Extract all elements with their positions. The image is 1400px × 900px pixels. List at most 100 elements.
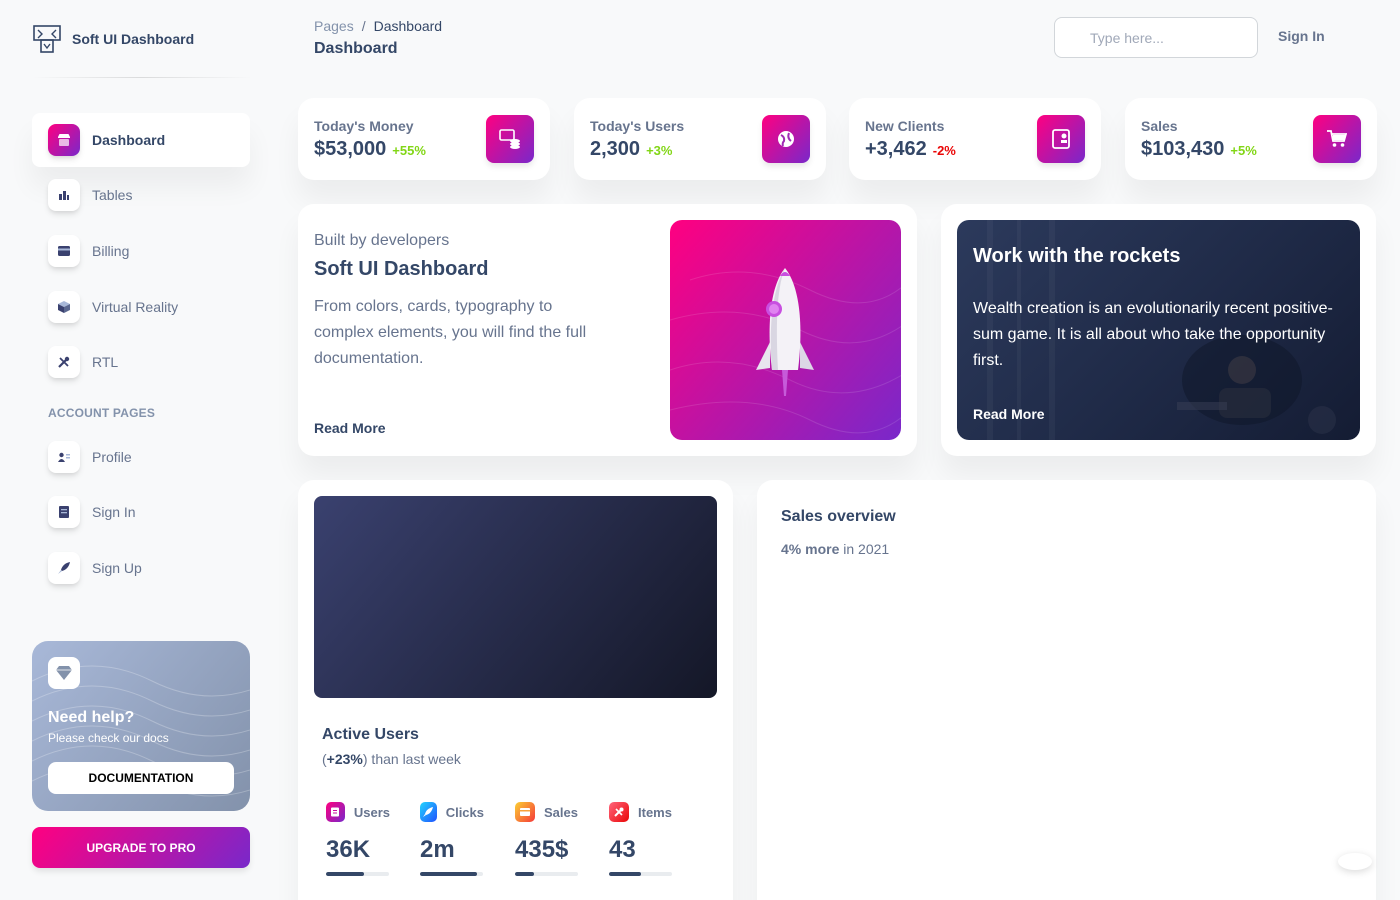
sidebar-item-sign-in[interactable]: Sign In xyxy=(32,485,250,539)
sidebar-item-label: Sign Up xyxy=(92,560,142,576)
help-subtitle: Please check our docs xyxy=(48,731,169,745)
stat-card-money: Today's Money $53,000 +55% xyxy=(298,98,550,180)
sidebar-item-label: Dashboard xyxy=(92,132,166,148)
breadcrumb-separator: / xyxy=(361,18,366,34)
metric-value: 2m xyxy=(420,836,455,863)
developers-card: Built by developers Soft UI Dashboard Fr… xyxy=(298,204,917,456)
stat-number: $53,000 xyxy=(314,138,387,160)
brand[interactable]: Soft UI Dashboard xyxy=(32,24,194,54)
sales-overview-card: Sales overview 4% more in 2021 xyxy=(757,480,1376,900)
sidebar-item-billing[interactable]: Billing xyxy=(32,224,250,278)
metric-progress-bar xyxy=(609,872,672,876)
office-icon xyxy=(48,179,80,211)
metric-progress-fill xyxy=(326,872,364,876)
brand-logo-icon xyxy=(33,25,61,53)
sidebar-item-label: Billing xyxy=(92,243,130,259)
user-card-icon xyxy=(48,441,80,473)
stat-label: New Clients xyxy=(865,118,945,134)
sidebar-item-dashboard[interactable]: Dashboard xyxy=(32,113,250,167)
paper-diploma-icon xyxy=(1037,115,1085,163)
document-icon xyxy=(326,802,345,822)
sales-overview-subtitle: 4% more in 2021 xyxy=(781,541,889,557)
sidebar-item-label: Virtual Reality xyxy=(92,299,179,315)
stat-card-users: Today's Users 2,300 +3% xyxy=(574,98,826,180)
sign-in-label: Sign In xyxy=(1278,28,1325,44)
rockets-background-image: Work with the rockets Wealth creation is… xyxy=(957,220,1360,440)
metric-value: 43 xyxy=(609,836,636,863)
breadcrumb-current: Dashboard xyxy=(373,18,443,34)
upgrade-to-pro-button[interactable]: UPGRADE TO PRO xyxy=(32,827,250,868)
stat-value: $103,430 +5% xyxy=(1141,138,1257,161)
metric-progress-bar xyxy=(515,872,578,876)
metric-progress-fill xyxy=(609,872,641,876)
section-title-account-pages: ACCOUNT PAGES xyxy=(48,406,156,420)
sidebar-divider xyxy=(32,77,252,78)
sales-overview-title: Sales overview xyxy=(781,508,896,525)
rocket-illustration xyxy=(670,220,901,440)
sidebar-item-virtual-reality[interactable]: Virtual Reality xyxy=(32,280,250,334)
breadcrumb: Pages / Dashboard xyxy=(314,18,442,34)
sign-in-link[interactable]: Sign In xyxy=(1278,28,1325,44)
sidebar-item-label: Sign In xyxy=(92,504,136,520)
rocket-icon xyxy=(48,552,80,584)
box-3d-icon xyxy=(48,291,80,323)
document-icon xyxy=(48,496,80,528)
stat-card-clients: New Clients +3,462 -2% xyxy=(849,98,1101,180)
metric-progress-fill xyxy=(420,872,477,876)
developers-title: Soft UI Dashboard xyxy=(314,258,489,280)
stat-number: $103,430 xyxy=(1141,138,1225,160)
diamond-icon xyxy=(48,657,80,689)
rockets-description: Wealth creation is an evolutionarily rec… xyxy=(973,300,1333,369)
world-icon xyxy=(762,115,810,163)
active-users-change: +23% xyxy=(326,751,363,767)
sidebar-item-tables[interactable]: Tables xyxy=(32,168,250,222)
search-icon xyxy=(1066,30,1078,42)
rocket-image xyxy=(670,268,901,434)
stat-change: +55% xyxy=(392,143,426,158)
stat-value: 2,300 +3% xyxy=(590,138,672,161)
shop-icon xyxy=(48,124,80,156)
metric-label: Sales xyxy=(544,804,578,820)
breadcrumb-pages[interactable]: Pages xyxy=(314,18,354,34)
developers-description: From colors, cards, typography to comple… xyxy=(314,298,587,367)
tools-icon xyxy=(609,802,629,822)
rockets-read-more-link[interactable]: Read More xyxy=(973,406,1045,422)
stat-number: 2,300 xyxy=(590,138,641,160)
search-input[interactable] xyxy=(1054,17,1258,58)
sidebar-item-label: Profile xyxy=(92,449,132,465)
metric-progress-fill xyxy=(515,872,534,876)
sidebar-item-label: Tables xyxy=(92,187,133,203)
active-users-subtitle-suffix: than last week xyxy=(367,751,461,767)
sidebar-item-label: RTL xyxy=(92,354,119,370)
developers-read-more-link[interactable]: Read More xyxy=(314,420,386,436)
stat-value: +3,462 -2% xyxy=(865,138,956,161)
metric-users: Users 36K xyxy=(326,802,390,876)
stat-change: +5% xyxy=(1230,143,1257,158)
stat-card-sales: Sales $103,430 +5% xyxy=(1125,98,1377,180)
active-users-card: Active Users (+23%) than last week Users… xyxy=(298,480,733,900)
metric-label: Items xyxy=(638,804,672,820)
sidebar-item-profile[interactable]: Profile xyxy=(32,430,250,484)
cart-icon xyxy=(1313,115,1361,163)
active-users-chart-area xyxy=(314,496,717,698)
stat-label: Today's Users xyxy=(590,118,685,134)
stat-label: Sales xyxy=(1141,118,1178,134)
settings-tools-icon xyxy=(48,346,80,378)
stat-number: +3,462 xyxy=(865,138,927,160)
documentation-button[interactable]: DOCUMENTATION xyxy=(48,762,234,794)
configurator-button[interactable] xyxy=(1338,853,1372,870)
metric-progress-bar xyxy=(326,872,389,876)
sidebar-item-sign-up[interactable]: Sign Up xyxy=(32,541,250,595)
money-coins-icon xyxy=(486,115,534,163)
active-users-subtitle: (+23%) than last week xyxy=(322,751,461,767)
developers-eyebrow: Built by developers xyxy=(314,232,450,249)
metric-sales: Sales 435$ xyxy=(515,802,579,876)
credit-card-icon xyxy=(48,235,80,267)
metric-label: Users xyxy=(353,804,390,820)
active-users-title: Active Users xyxy=(322,726,419,743)
sidebar-item-rtl[interactable]: RTL xyxy=(32,335,250,389)
help-card: Need help? Please check our docs DOCUMEN… xyxy=(32,641,250,811)
metric-clicks: Clicks 2m xyxy=(420,802,484,876)
brand-name: Soft UI Dashboard xyxy=(72,31,195,47)
metric-value: 36K xyxy=(326,836,371,863)
